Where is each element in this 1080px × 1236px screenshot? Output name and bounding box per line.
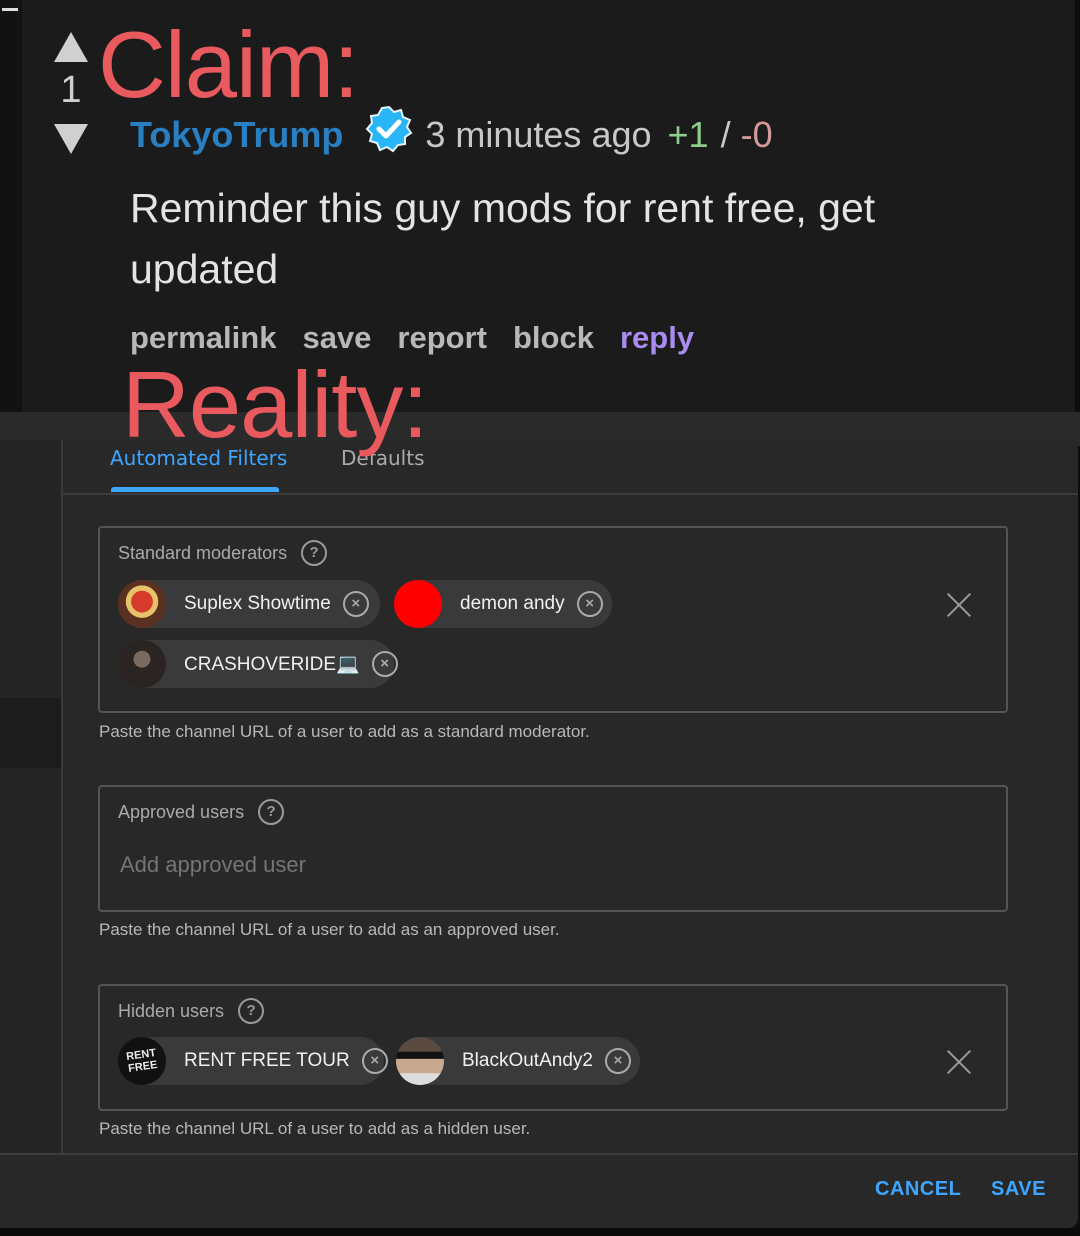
- vote-column: 1: [52, 30, 90, 154]
- reality-label: Reality:: [122, 352, 428, 457]
- wrestling-emblem-avatar: [118, 580, 166, 628]
- thread-collapse-strip[interactable]: [0, 0, 22, 412]
- hidden-user-name: BlackOutAndy2: [462, 1050, 593, 1071]
- remove-user-icon[interactable]: ×: [604, 1048, 631, 1074]
- remove-user-icon[interactable]: ×: [342, 591, 369, 617]
- report-link[interactable]: report: [397, 320, 487, 356]
- rent-free-logo-avatar: RENT FREE: [118, 1037, 166, 1085]
- photo-avatar: [118, 640, 166, 688]
- moderator-name: demon andy: [460, 593, 565, 614]
- moderator-name: Suplex Showtime: [184, 593, 331, 614]
- help-icon[interactable]: ?: [301, 540, 328, 566]
- hidden-user-name: RENT FREE TOUR: [184, 1050, 350, 1071]
- side-panel: [0, 440, 63, 1153]
- hidden-users-hint: Paste the channel URL of a user to add a…: [99, 1119, 531, 1138]
- approved-users-label: Approved users ?: [118, 799, 285, 825]
- moderator-name: CRASHOVERIDE💻: [184, 654, 360, 675]
- standard-moderators-label: Standard moderators ?: [118, 540, 328, 566]
- hidden-user-chip: BlackOutAndy2 ×: [396, 1037, 640, 1085]
- moderator-chip: CRASHOVERIDE💻 ×: [118, 640, 398, 688]
- triangle-up-icon[interactable]: [54, 32, 88, 62]
- triangle-down-icon[interactable]: [54, 124, 88, 154]
- approved-users-field[interactable]: Approved users ?: [98, 785, 1008, 912]
- moderator-chip: demon andy ×: [394, 580, 612, 628]
- footer-divider: [0, 1153, 1078, 1155]
- save-button[interactable]: SAVE: [991, 1178, 1046, 1201]
- clear-all-icon[interactable]: [946, 1049, 972, 1075]
- help-icon[interactable]: ?: [258, 799, 285, 825]
- bottom-edge: [0, 1228, 1080, 1236]
- remove-user-icon[interactable]: ×: [361, 1048, 388, 1074]
- hidden-users-label-text: Hidden users: [118, 1000, 225, 1021]
- approved-users-label-text: Approved users: [118, 801, 245, 822]
- remove-user-icon[interactable]: ×: [371, 651, 398, 677]
- claim-label: Claim:: [98, 12, 359, 117]
- help-icon[interactable]: ?: [238, 998, 265, 1024]
- remove-user-icon[interactable]: ×: [576, 591, 603, 617]
- standard-moderators-label-text: Standard moderators: [118, 542, 288, 563]
- permalink-link[interactable]: permalink: [130, 320, 276, 356]
- upvote-score: +1: [667, 114, 709, 155]
- active-tab-indicator: [111, 487, 279, 492]
- save-link[interactable]: save: [302, 320, 371, 356]
- approved-users-hint: Paste the channel URL of a user to add a…: [99, 920, 560, 939]
- hidden-users-label: Hidden users ?: [118, 998, 265, 1024]
- verified-badge-icon: [366, 105, 413, 153]
- block-link[interactable]: block: [513, 320, 594, 356]
- downvote-score: -0: [740, 114, 773, 155]
- vote-count: 1: [60, 69, 82, 111]
- clear-all-icon[interactable]: [946, 592, 972, 618]
- moderator-chip: Suplex Showtime ×: [118, 580, 380, 628]
- add-approved-user-input[interactable]: [118, 851, 982, 879]
- standard-moderators-field[interactable]: Standard moderators ? Suplex Showtime × …: [98, 526, 1008, 713]
- cancel-button[interactable]: CANCEL: [875, 1178, 961, 1201]
- comment-time: 3 minutes ago: [425, 114, 652, 155]
- standard-moderators-hint: Paste the channel URL of a user to add a…: [99, 722, 590, 741]
- side-panel-selected-item[interactable]: [0, 698, 61, 768]
- reply-link[interactable]: reply: [620, 320, 694, 356]
- score-separator: /: [720, 114, 731, 155]
- comment-actions: permalink save report block reply: [130, 320, 694, 356]
- collapse-dash-icon[interactable]: [2, 8, 18, 11]
- sunglasses-photo-avatar: [396, 1037, 444, 1085]
- red-circle-avatar: [394, 580, 442, 628]
- hidden-users-field[interactable]: Hidden users ? RENT FREE RENT FREE TOUR ×…: [98, 984, 1008, 1111]
- hidden-user-chip: RENT FREE RENT FREE TOUR ×: [118, 1037, 388, 1085]
- comment-author[interactable]: TokyoTrump: [130, 114, 343, 156]
- moderation-settings-dialog: Automated Filters Defaults Standard mode…: [0, 440, 1078, 1228]
- comment-body: Reminder this guy mods for rent free, ge…: [130, 185, 876, 292]
